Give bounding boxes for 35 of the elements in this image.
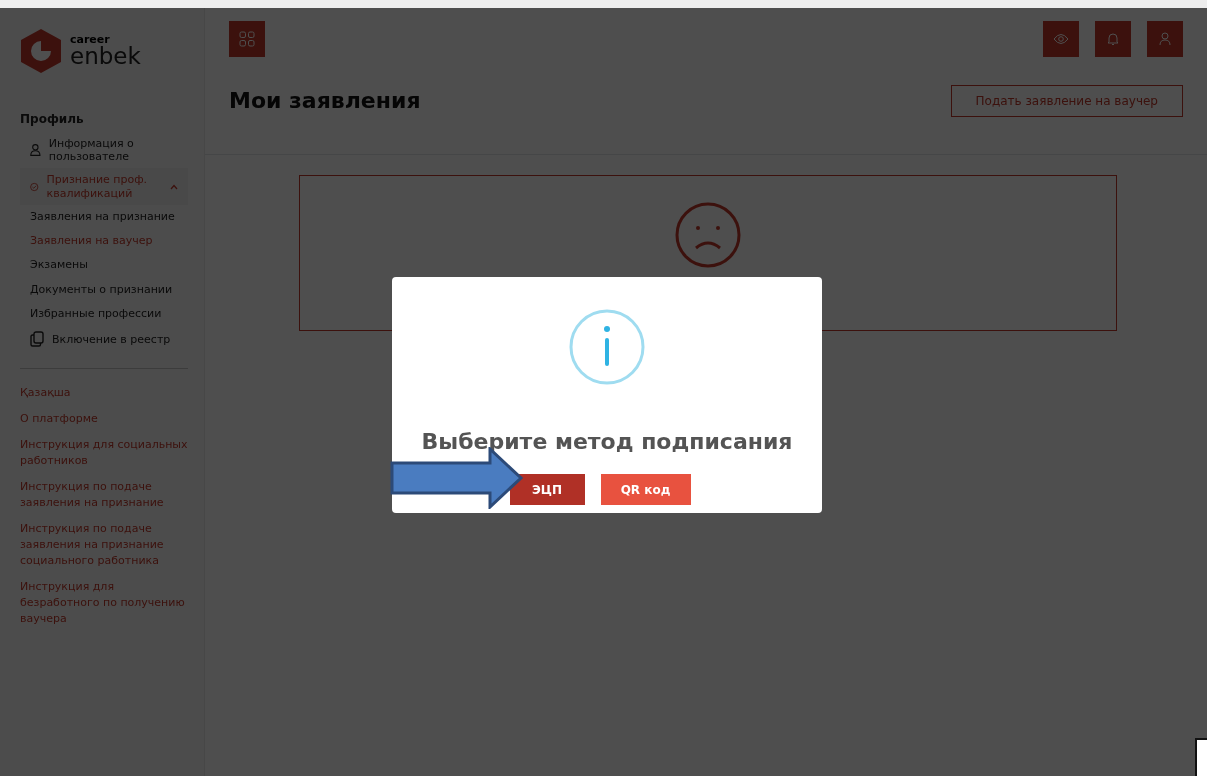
sidebar-link[interactable]: Инструкция по подаче заявления на признание — [20, 479, 188, 511]
sad-face-icon — [675, 202, 741, 268]
sidebar-link[interactable]: Қазақша — [20, 385, 188, 402]
eye-icon — [1053, 33, 1069, 45]
copy-icon — [30, 331, 44, 348]
logo-wordmark: enbek — [70, 45, 141, 68]
logo-caption: career — [70, 34, 111, 45]
notifications-button[interactable] — [1095, 21, 1131, 57]
info-icon — [569, 309, 645, 385]
submenu-item[interactable]: Документы о признании — [20, 277, 188, 302]
dialog-title: Выберите метод подписания — [421, 428, 793, 456]
sidebar-item[interactable]: Включение в реестр — [20, 326, 188, 353]
submenu-item[interactable]: Заявления на признание — [20, 204, 188, 230]
page-title: Мои заявления — [229, 87, 421, 115]
sidebar-link[interactable]: Инструкция для безработного по получению ваучера — [20, 578, 188, 627]
section-title: Профиль — [20, 111, 85, 128]
bell-icon — [1107, 32, 1119, 46]
sidebar-link[interactable]: Инструкция для социальных работников — [20, 437, 188, 469]
submenu-item[interactable]: Заявления на ваучер — [20, 229, 188, 254]
sidebar-item[interactable]: Информация о пользователе — [20, 132, 188, 169]
submit-voucher-button[interactable]: Подать заявление на ваучер — [950, 85, 1183, 117]
user-icon — [30, 142, 41, 159]
submenu-item[interactable]: Экзамены — [20, 253, 188, 278]
sign-method-button[interactable]: QR код — [600, 474, 691, 505]
caret-icon — [170, 183, 178, 190]
submenu-item[interactable]: Избранные профессии — [20, 301, 188, 327]
sidebar-link[interactable]: О платформе — [20, 411, 188, 428]
sidebar-link[interactable]: Инструкция по подаче заявления на признание социального работника — [20, 520, 188, 569]
logo-icon — [20, 28, 62, 74]
profile-button[interactable] — [1147, 21, 1183, 57]
eye-button[interactable] — [1043, 21, 1079, 57]
user-icon — [1159, 32, 1171, 46]
sign-method-button[interactable]: ЭЦП — [509, 474, 585, 505]
grid-icon — [239, 31, 255, 47]
apps-button[interactable] — [229, 21, 265, 57]
